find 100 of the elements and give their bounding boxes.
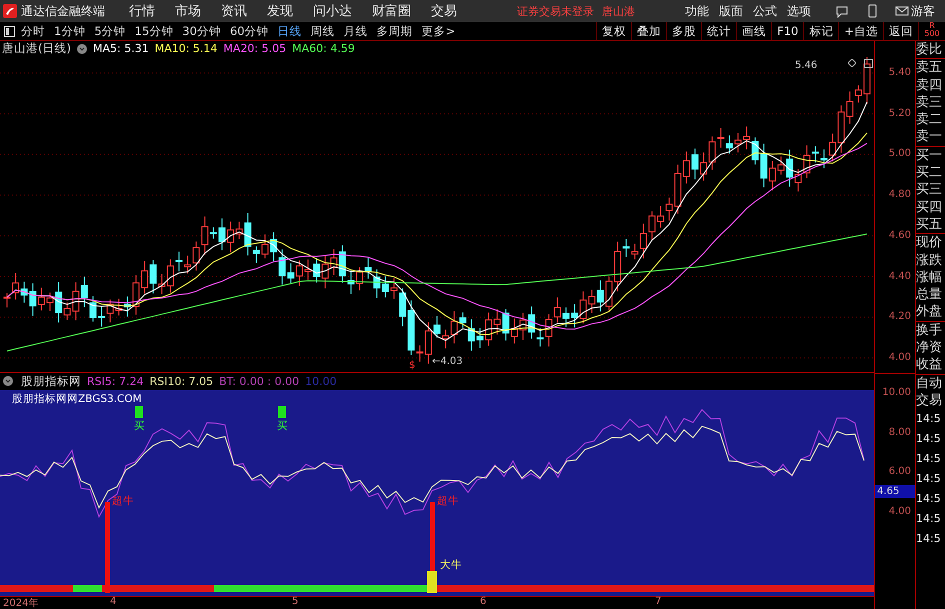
- toolbar-button[interactable]: 标记: [803, 22, 838, 40]
- period-tab[interactable]: 多周期: [376, 24, 413, 38]
- trade-time: 14:5: [916, 431, 942, 448]
- date-label: 4: [110, 596, 116, 608]
- candlestick: [692, 148, 698, 180]
- menu-item[interactable]: 市场: [175, 2, 201, 20]
- axis-label: 5.00: [888, 148, 912, 160]
- candlestick: [434, 315, 440, 338]
- high-price-label: 5.46: [795, 60, 818, 71]
- date-label: 2024年: [3, 597, 38, 609]
- candlestick: [304, 258, 312, 280]
- signal-label: 大牛: [440, 558, 462, 572]
- cursor-value: 4.65: [875, 485, 916, 498]
- quote-label: 买五: [916, 216, 944, 234]
- candlestick: [218, 218, 226, 251]
- quote-label: 涨幅: [916, 268, 944, 286]
- menu-item[interactable]: 发现: [267, 2, 293, 20]
- toolbar-button[interactable]: 画线: [736, 22, 772, 40]
- date-label: 5: [292, 596, 298, 608]
- indicator-value: MA60: 4.59: [292, 42, 355, 56]
- menu-item[interactable]: 行情: [129, 2, 155, 20]
- quote-label: 买四: [916, 198, 944, 216]
- buy-signal-bar: [135, 406, 143, 418]
- toolbar-button[interactable]: F10: [771, 22, 804, 40]
- axis-label: 8.00: [888, 426, 912, 438]
- app-title: 通达信金融终端: [21, 2, 105, 20]
- quote-label: 外盘: [916, 303, 944, 321]
- period-tab[interactable]: 30分钟: [182, 24, 221, 38]
- quote-label: 买二: [916, 164, 944, 182]
- menu-item[interactable]: 问小达: [313, 2, 352, 20]
- toolbar-button[interactable]: 叠加: [631, 22, 666, 40]
- menu-item[interactable]: 资讯: [221, 2, 247, 20]
- quote-label: 涨跌: [916, 252, 944, 269]
- quote-label: 自动: [916, 374, 945, 392]
- candlestick: [820, 148, 828, 169]
- chevron-circle-icon[interactable]: [76, 44, 87, 54]
- diamond-icon[interactable]: [848, 58, 856, 67]
- period-tab[interactable]: 月线: [344, 24, 368, 38]
- menu-item[interactable]: 功能: [685, 2, 709, 20]
- menu-item[interactable]: 交易: [431, 2, 457, 20]
- axis-label: 4.20: [888, 311, 912, 322]
- period-tab[interactable]: 60分钟: [230, 24, 269, 38]
- chevron-circle-icon[interactable]: [3, 376, 13, 386]
- menu-item[interactable]: 版面: [719, 2, 743, 20]
- period-tab[interactable]: 1分钟: [54, 24, 86, 38]
- signal-marker: $: [409, 360, 416, 371]
- menu-item[interactable]: 公式: [753, 2, 777, 20]
- quote-label: 买一: [916, 146, 945, 164]
- candlestick: [46, 292, 54, 312]
- trade-time: 14:5: [916, 531, 942, 548]
- candlestick: [648, 210, 656, 240]
- candlestick: [132, 274, 140, 316]
- quote-label: 收益: [916, 356, 944, 374]
- trade-time: 14:5: [916, 451, 942, 468]
- mail-icon[interactable]: [895, 4, 909, 18]
- axis-label: 10.00: [882, 387, 912, 398]
- toolbar-button[interactable]: 统计: [701, 22, 736, 40]
- period-tab[interactable]: 周线: [310, 24, 335, 38]
- candlestick: [476, 327, 484, 348]
- candlestick: [390, 278, 398, 300]
- chat-icon[interactable]: [835, 4, 849, 18]
- square-icon[interactable]: [864, 58, 873, 68]
- menu-item[interactable]: 财富圈: [372, 2, 411, 20]
- panel-toggle-icon[interactable]: [4, 26, 15, 36]
- more-periods-button[interactable]: 更多>: [422, 24, 456, 38]
- date-label: 6: [480, 596, 486, 608]
- quote-label: 买三: [916, 181, 944, 199]
- corner-label: 500: [924, 30, 940, 38]
- candlestick: [778, 156, 784, 176]
- indicator-value: RSI5: 7.24: [87, 374, 144, 388]
- candlestick: [562, 306, 570, 328]
- signal-label: 超牛: [112, 494, 134, 508]
- period-tab[interactable]: 分时: [21, 24, 45, 38]
- axis-label: 5.20: [888, 108, 912, 119]
- trade-time: 14:5: [916, 411, 942, 428]
- user-label[interactable]: 游客: [911, 2, 935, 20]
- indicator-value: 10.00: [305, 374, 337, 388]
- toolbar-button[interactable]: +自选: [838, 22, 883, 40]
- indicator-caption: 股朋指标网网ZBGS3.COM: [12, 392, 142, 406]
- menu-item[interactable]: 选项: [787, 2, 811, 20]
- quote-label: 现价: [916, 233, 945, 252]
- toolbar-button[interactable]: 复权: [596, 22, 632, 40]
- candlestick: [262, 234, 268, 259]
- toolbar-button[interactable]: 返回: [883, 22, 918, 40]
- quote-label: 卖五: [916, 58, 945, 77]
- signal-label: 超牛: [437, 494, 459, 508]
- period-tab[interactable]: 5分钟: [94, 24, 126, 38]
- toolbar-button[interactable]: 多股: [666, 22, 702, 40]
- stock-name: 唐山港: [602, 4, 635, 18]
- trade-time: 14:5: [916, 471, 942, 488]
- trade-time: 14:5: [916, 491, 942, 508]
- candlestick: [520, 312, 526, 340]
- candlestick: [176, 251, 182, 272]
- period-tab[interactable]: 15分钟: [134, 24, 174, 38]
- indicator-value: MA20: 5.05: [223, 42, 286, 56]
- axis-label: 4.80: [888, 189, 912, 200]
- axis-label: 6.00: [888, 466, 912, 478]
- quote-label: 卖三: [916, 94, 944, 112]
- indicator-title: 股朋指标网: [21, 374, 81, 389]
- period-tab[interactable]: 日线: [278, 24, 302, 38]
